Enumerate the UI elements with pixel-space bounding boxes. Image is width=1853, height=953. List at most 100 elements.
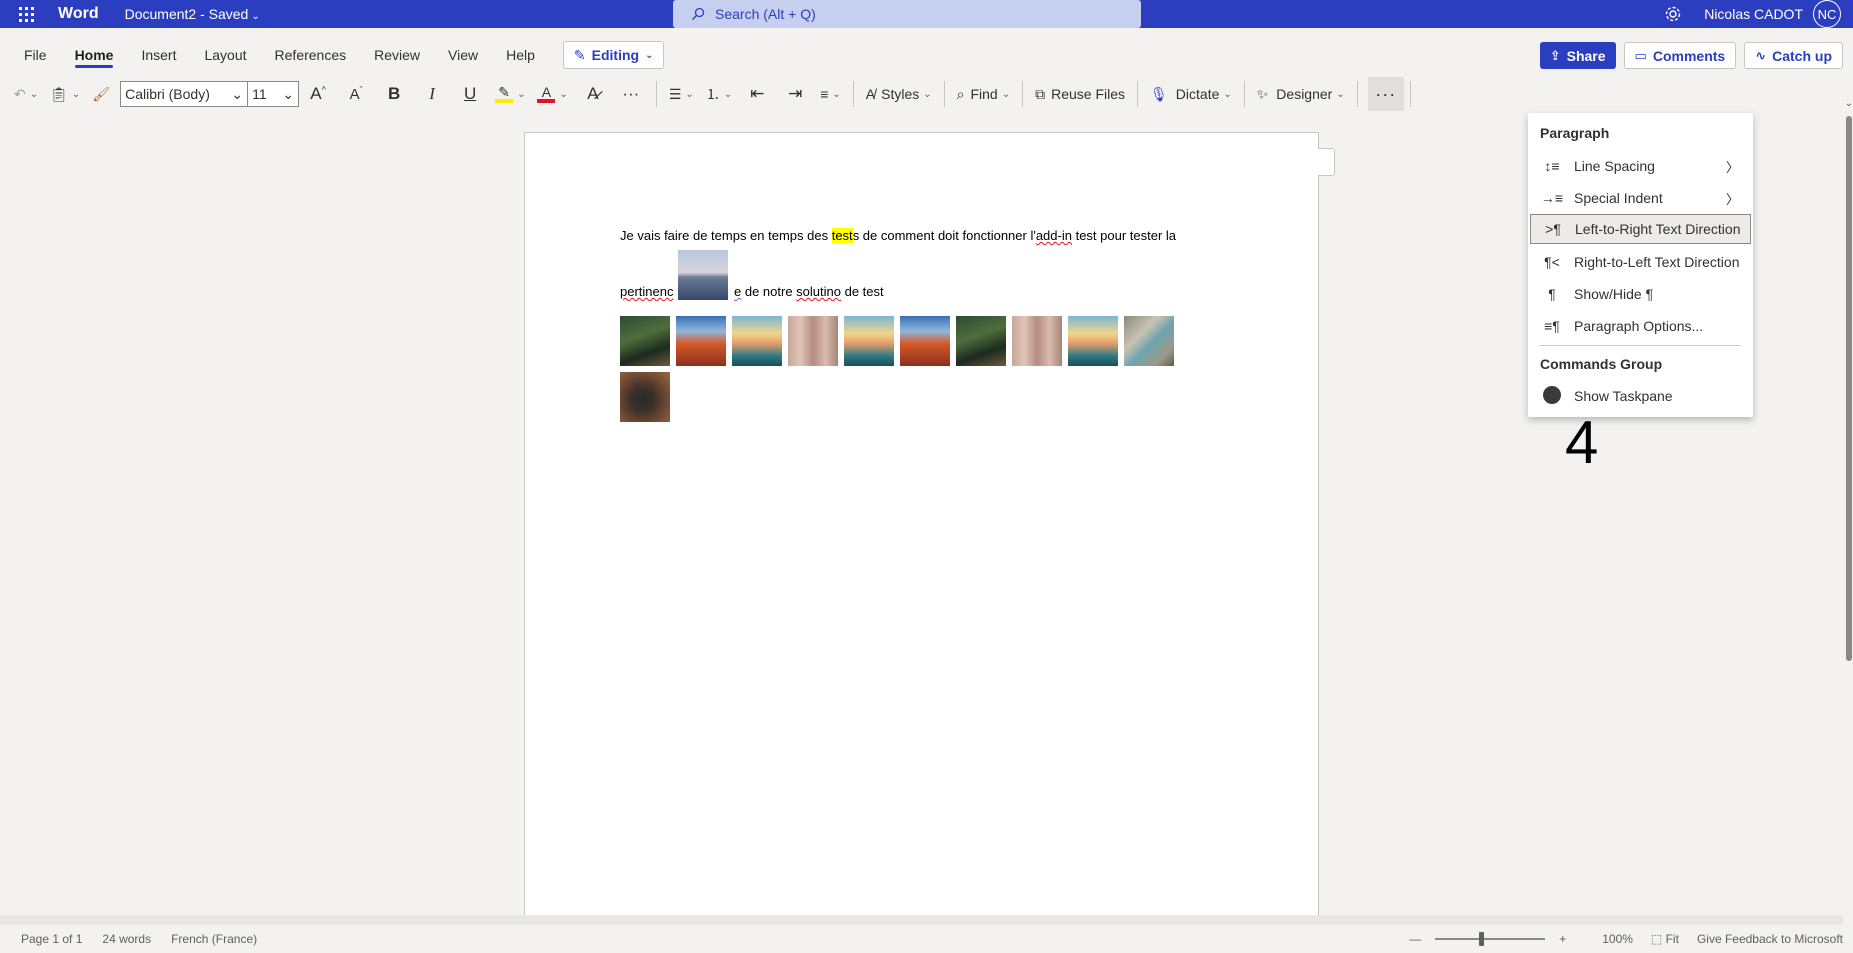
zoom-in-button[interactable]: +: [1559, 932, 1566, 946]
menu-item-ltr-direction[interactable]: >¶ Left-to-Right Text Direction: [1530, 214, 1751, 244]
editing-mode-button[interactable]: ✎ Editing ⌄: [562, 41, 665, 69]
zoom-level[interactable]: 100%: [1602, 932, 1633, 946]
tab-review[interactable]: Review: [360, 36, 434, 74]
underline-button[interactable]: U: [451, 78, 489, 110]
menu-item-paragraph-options[interactable]: ≡¶ Paragraph Options...: [1530, 311, 1751, 341]
image-thumbnail[interactable]: [900, 316, 950, 366]
divider: [1137, 81, 1139, 107]
image-thumbnail[interactable]: [620, 316, 670, 366]
fit-label: Fit: [1665, 932, 1679, 946]
avatar[interactable]: NC: [1813, 0, 1841, 28]
paste-button[interactable]: 📋︎ ⌄: [44, 78, 86, 110]
decrease-indent-button[interactable]: ⇤: [738, 78, 776, 110]
rtl-direction-icon: ¶<: [1544, 254, 1560, 270]
menu-item-show-taskpane[interactable]: Show Taskpane: [1530, 381, 1751, 411]
share-label: Share: [1566, 47, 1606, 64]
image-thumbnail[interactable]: [956, 316, 1006, 366]
zoom-slider[interactable]: [1435, 932, 1546, 946]
bold-button[interactable]: B: [375, 78, 413, 110]
share-button[interactable]: ⇪ Share: [1539, 42, 1616, 69]
vertical-scrollbar[interactable]: [1843, 114, 1853, 915]
grow-font-button[interactable]: A^: [299, 78, 337, 110]
image-thumbnail[interactable]: [1124, 316, 1174, 366]
dictate-label: Dictate: [1175, 86, 1220, 102]
menu-item-line-spacing[interactable]: ↕≡ Line Spacing 〉: [1530, 151, 1751, 181]
chevron-down-icon: ⌄: [723, 88, 733, 100]
dictate-button[interactable]: 🎙︎ Dictate ⌄: [1144, 78, 1238, 110]
paragraph-line-1[interactable]: Je vais faire de temps en temps des test…: [620, 228, 1176, 243]
settings-gear-icon[interactable]: [1664, 5, 1682, 23]
chevron-right-icon: 〉: [1725, 191, 1739, 207]
tab-references[interactable]: References: [261, 36, 361, 74]
word-count[interactable]: 24 words: [102, 932, 151, 946]
divider: [1243, 81, 1245, 107]
increase-indent-button[interactable]: ⇥: [776, 78, 814, 110]
highlight-button[interactable]: ✎ ⌄: [489, 78, 531, 110]
search-box[interactable]: Search (Alt + Q): [673, 0, 1141, 28]
find-label: Find: [970, 86, 998, 102]
app-name[interactable]: Word: [58, 5, 99, 23]
document-page[interactable]: [524, 132, 1319, 915]
reuse-files-button[interactable]: ⧉ Reuse Files: [1029, 78, 1131, 110]
tab-layout[interactable]: Layout: [190, 36, 260, 74]
image-thumbnail[interactable]: [620, 372, 670, 422]
numbering-button[interactable]: ⒈ ⌄: [700, 78, 738, 110]
paragraph-line-2[interactable]: pertinenc: [620, 284, 673, 299]
align-icon: ≡: [820, 86, 829, 102]
bullets-button[interactable]: ☰ ⌄: [663, 78, 700, 110]
title-bar: Word Document2 - Saved ⌄ Search (Alt + Q)…: [0, 0, 1853, 28]
image-thumbnail[interactable]: [788, 316, 838, 366]
user-name[interactable]: Nicolas CADOT: [1704, 6, 1803, 22]
undo-button[interactable]: ↶ ⌄: [8, 78, 44, 110]
chevron-down-icon: ⌄: [1336, 88, 1345, 100]
comments-button[interactable]: ▭ Comments: [1623, 42, 1737, 69]
menu-item-rtl-direction[interactable]: ¶< Right-to-Left Text Direction: [1530, 247, 1751, 277]
status-bar: Page 1 of 1 24 words French (France) — +…: [0, 925, 1853, 953]
document-title[interactable]: Document2 - Saved ⌄: [125, 6, 260, 22]
inline-image[interactable]: [678, 250, 728, 300]
chevron-down-icon: ⌄: [559, 88, 568, 100]
find-button[interactable]: ⌕ Find ⌄: [951, 78, 1016, 110]
italic-button[interactable]: I: [413, 78, 451, 110]
styles-button[interactable]: A̸ Styles ⌄: [860, 78, 938, 110]
shrink-font-button[interactable]: Aˇ: [337, 78, 375, 110]
tab-home[interactable]: Home: [61, 36, 128, 74]
menu-item-show-hide[interactable]: ¶ Show/Hide ¶: [1530, 279, 1751, 309]
fit-button[interactable]: ⬚ Fit: [1651, 932, 1679, 946]
more-font-button[interactable]: ···: [612, 78, 650, 110]
ribbon-collapse-icon[interactable]: ⌄: [1845, 98, 1853, 109]
addin-logo-icon: [1540, 385, 1564, 407]
image-thumbnail[interactable]: [1012, 316, 1062, 366]
font-color-button[interactable]: A ⌄: [531, 78, 573, 110]
clear-format-button[interactable]: A̷: [574, 78, 612, 110]
paragraph-line-2-continued[interactable]: e de notre solutino de test: [734, 284, 884, 299]
zoom-slider-knob[interactable]: [1479, 932, 1485, 946]
language[interactable]: French (France): [171, 932, 257, 946]
image-thumbnail[interactable]: [844, 316, 894, 366]
tab-view[interactable]: View: [434, 36, 492, 74]
menu-item-special-indent[interactable]: →≡ Special Indent 〉: [1530, 183, 1751, 213]
designer-button[interactable]: ✨︎ Designer ⌄: [1251, 78, 1351, 110]
font-name-select[interactable]: Calibri (Body) ⌄: [120, 81, 249, 107]
pencil-icon: ✎: [573, 46, 586, 63]
feedback-link[interactable]: Give Feedback to Microsoft: [1697, 932, 1843, 946]
image-thumbnail[interactable]: [732, 316, 782, 366]
overlay-number: 4: [1565, 409, 1599, 476]
misspelled-text: add-in: [1035, 228, 1072, 243]
tab-file[interactable]: File: [10, 36, 61, 74]
app-launcher-icon[interactable]: [8, 0, 44, 28]
commands-group-header: Commands Group: [1540, 356, 1663, 372]
font-size-select[interactable]: 11 ⌄: [247, 81, 300, 107]
format-painter-button[interactable]: 🖌︎: [86, 78, 116, 110]
comment-icon: ▭: [1634, 47, 1647, 63]
image-thumbnail[interactable]: [1068, 316, 1118, 366]
more-options-button[interactable]: ···: [1367, 77, 1404, 111]
zoom-out-button[interactable]: —: [1409, 932, 1421, 946]
tab-help[interactable]: Help: [492, 36, 549, 74]
scrollbar-thumb[interactable]: [1846, 116, 1852, 661]
comments-label: Comments: [1652, 47, 1726, 64]
tab-insert[interactable]: Insert: [127, 36, 190, 74]
align-button[interactable]: ≡ ⌄: [814, 78, 847, 110]
image-thumbnail[interactable]: [676, 316, 726, 366]
catch-up-button[interactable]: ∿ Catch up: [1744, 42, 1843, 69]
